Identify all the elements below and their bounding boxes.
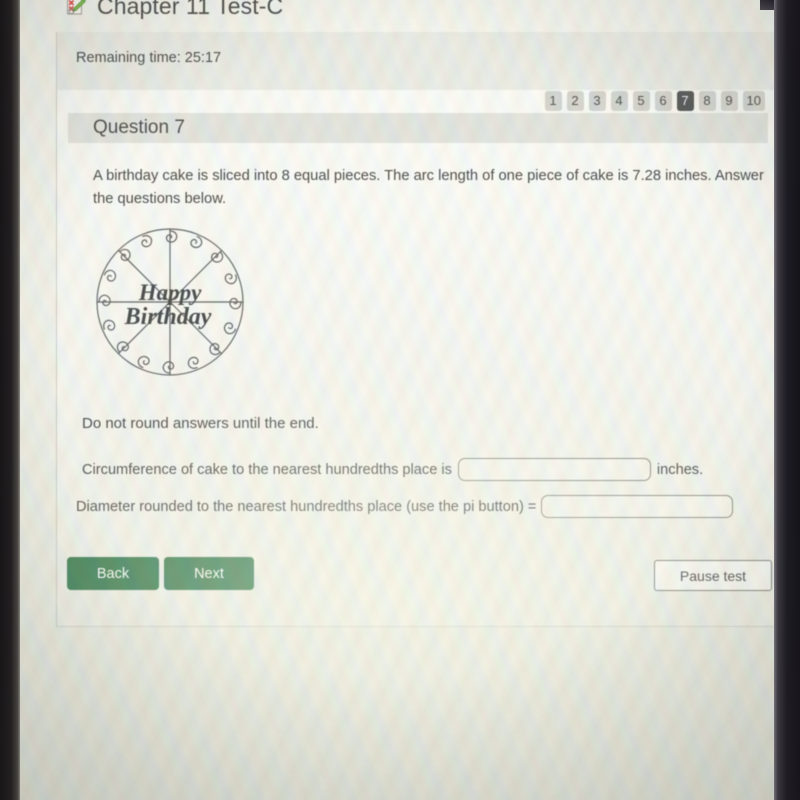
monitor-bezel-corner xyxy=(760,0,774,10)
no-round-instruction: Do not round answers until the end. xyxy=(82,415,319,432)
pager-button-10[interactable]: 10 xyxy=(742,91,765,111)
remaining-time-label: Remaining time: 25:17 xyxy=(76,50,222,66)
question-heading: Question 7 xyxy=(93,117,185,138)
circumference-input[interactable] xyxy=(457,458,651,481)
pager-button-1[interactable]: 1 xyxy=(544,91,562,111)
pause-test-button[interactable]: Pause test xyxy=(654,560,772,591)
circumference-prefix-label: Circumference of cake to the nearest hun… xyxy=(82,461,452,478)
test-edit-icon xyxy=(66,0,87,17)
circumference-suffix-label: inches. xyxy=(656,461,704,478)
pager-button-6[interactable]: 6 xyxy=(654,91,672,111)
back-button[interactable]: Back xyxy=(67,557,159,590)
monitor-screen-surface: Chapter 11 Test-C Remaining time: 25:17 … xyxy=(18,0,778,800)
pager-button-4[interactable]: 4 xyxy=(610,91,628,111)
question-body-text: A birthday cake is sliced into 8 equal p… xyxy=(93,168,764,207)
pager-button-2[interactable]: 2 xyxy=(566,91,584,111)
pager-button-9[interactable]: 9 xyxy=(720,91,738,111)
monitor-bezel-left xyxy=(0,0,20,800)
photographed-screen: Chapter 11 Test-C Remaining time: 25:17 … xyxy=(0,0,800,800)
page-title: Chapter 11 Test-C xyxy=(97,0,284,19)
test-page: Chapter 11 Test-C Remaining time: 25:17 … xyxy=(38,0,778,800)
pager-button-5[interactable]: 5 xyxy=(632,91,650,111)
monitor-bezel-right xyxy=(774,0,800,800)
diameter-prefix-label: Diameter rounded to the nearest hundredt… xyxy=(76,498,537,515)
next-button[interactable]: Next xyxy=(164,557,254,590)
pager-button-7[interactable]: 7 xyxy=(676,91,694,111)
question-pager[interactable]: 1 2 3 4 5 6 7 8 9 10 xyxy=(544,91,765,111)
page-title-row: Chapter 11 Test-C xyxy=(66,0,283,20)
pager-button-3[interactable]: 3 xyxy=(588,91,606,111)
birthday-cake-diagram: Happy Birthday xyxy=(86,222,258,388)
diameter-answer-row: Diameter rounded to the nearest hundredt… xyxy=(76,495,734,518)
diameter-input[interactable] xyxy=(541,495,734,518)
cake-text-line2: Birthday xyxy=(124,304,212,330)
cake-text-line1: Happy xyxy=(138,280,202,305)
pager-button-8[interactable]: 8 xyxy=(698,91,716,111)
circumference-answer-row: Circumference of cake to the nearest hun… xyxy=(82,458,703,481)
